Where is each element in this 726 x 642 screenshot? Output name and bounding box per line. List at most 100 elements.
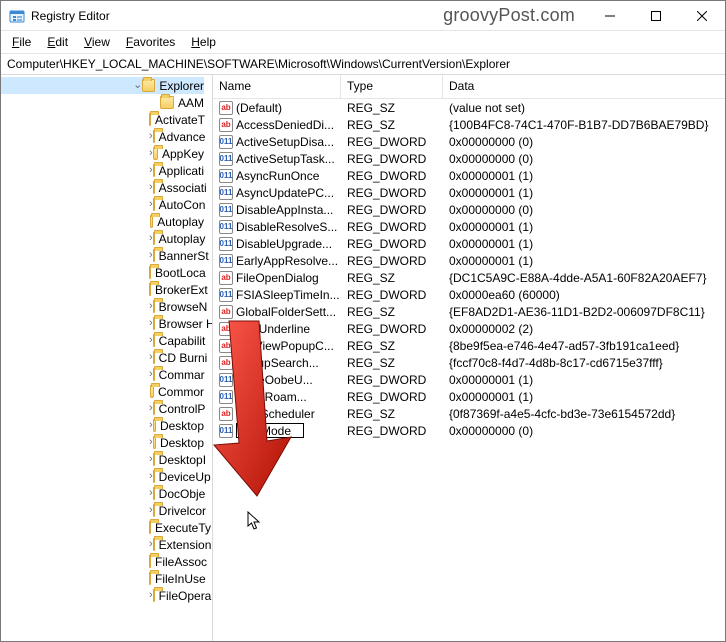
tree-node[interactable]: ›Autoplay [1, 230, 204, 247]
folder-icon [149, 283, 151, 296]
tree-node[interactable]: BootLoca [1, 264, 204, 281]
menu-edit[interactable]: Edit [40, 33, 75, 51]
folder-icon [153, 130, 155, 143]
tree-node[interactable]: ›CD Burni [1, 349, 204, 366]
tree-node[interactable]: ›FileOpera [1, 587, 204, 604]
value-row[interactable]: abIconUnderlineREG_DWORD0x00000002 (2) [213, 320, 725, 337]
value-name: ActiveSetupDisa... [236, 135, 334, 149]
value-name: GlobalFolderSett... [236, 305, 336, 319]
tree-label: CD Burni [159, 351, 208, 365]
tree-label: AAM [178, 96, 204, 110]
menu-help[interactable]: Help [184, 33, 223, 51]
value-row[interactable]: 011DisableResolveS...REG_DWORD0x00000001… [213, 218, 725, 235]
value-row[interactable]: ab(Default)REG_SZ(value not set) [213, 99, 725, 116]
list-pane[interactable]: Name Type Data ab(Default)REG_SZ(value n… [213, 75, 725, 641]
window-title: Registry Editor [31, 9, 110, 23]
close-button[interactable] [679, 1, 725, 30]
value-data: {fccf70c8-f4d7-4d8b-8c17-cd6715e37fff} [443, 356, 725, 370]
tree-node[interactable]: FileAssoc [1, 553, 204, 570]
value-row[interactable]: 011ActiveSetupDisa...REG_DWORD0x00000000… [213, 133, 725, 150]
tree-node-explorer[interactable]: ⌄Explorer [1, 77, 204, 94]
tree-node[interactable]: ›Associati [1, 179, 204, 196]
column-data[interactable]: Data [443, 75, 725, 98]
dword-value-icon: 011 [219, 203, 233, 217]
tree-node[interactable]: ›Desktop [1, 434, 204, 451]
tree-node[interactable]: ›ControlP [1, 400, 204, 417]
value-row[interactable]: 011REG_DWORD0x00000000 (0) [213, 422, 725, 439]
tree-node[interactable]: ›DesktopI [1, 451, 204, 468]
tree-node[interactable]: ExecuteTy [1, 519, 204, 536]
tree-label: Commar [159, 368, 205, 382]
value-row[interactable]: abListViewPopupC...REG_SZ{8be9f5ea-e746-… [213, 337, 725, 354]
maximize-button[interactable] [633, 1, 679, 30]
tree-node[interactable]: ›DocObje [1, 485, 204, 502]
tree-node[interactable]: ›DeviceUp [1, 468, 204, 485]
value-name: PopupSearch... [236, 356, 319, 370]
value-row[interactable]: abPopupSearch...REG_SZ{fccf70c8-f4d7-4d8… [213, 354, 725, 371]
folder-icon [153, 147, 158, 160]
value-row[interactable]: 011DisableUpgrade...REG_DWORD0x00000001 … [213, 235, 725, 252]
tree-node[interactable]: FileInUse [1, 570, 204, 587]
tree-label: BrowseN [159, 300, 208, 314]
tree-node[interactable]: ›AppKey [1, 145, 204, 162]
address-bar[interactable]: Computer\HKEY_LOCAL_MACHINE\SOFTWARE\Mic… [1, 54, 725, 75]
value-name: EarlyAppResolve... [236, 254, 338, 268]
tree-node[interactable]: BrokerExt [1, 281, 204, 298]
dword-value-icon: 011 [219, 288, 233, 302]
menu-file[interactable]: File [5, 33, 38, 51]
value-row[interactable]: 011aitOnRoam...REG_DWORD0x00000001 (1) [213, 388, 725, 405]
folder-icon [153, 419, 156, 432]
value-row[interactable]: 011FSIASleepTimeIn...REG_DWORD0x0000ea60… [213, 286, 725, 303]
minimize-button[interactable] [587, 1, 633, 30]
tree-node[interactable]: ›Commar [1, 366, 204, 383]
tree-node[interactable]: ›Drivelcor [1, 502, 204, 519]
value-row[interactable]: 011chineOobeU...REG_DWORD0x00000001 (1) [213, 371, 725, 388]
value-row[interactable]: abGlobalFolderSett...REG_SZ{EF8AD2D1-AE3… [213, 303, 725, 320]
value-type: REG_DWORD [341, 186, 443, 200]
rename-input[interactable] [236, 423, 304, 438]
value-data: 0x00000000 (0) [443, 135, 725, 149]
value-type: REG_DWORD [341, 169, 443, 183]
value-type: REG_DWORD [341, 254, 443, 268]
value-row[interactable]: 011AsyncRunOnceREG_DWORD0x00000001 (1) [213, 167, 725, 184]
value-row[interactable]: 011EarlyAppResolve...REG_DWORD0x00000001… [213, 252, 725, 269]
tree-node[interactable]: ›Advance [1, 128, 204, 145]
tree-node[interactable]: Autoplay [1, 213, 204, 230]
tree-node[interactable]: ActivateT [1, 111, 204, 128]
tree-node[interactable]: ›BannerSt [1, 247, 204, 264]
menu-view[interactable]: View [77, 33, 117, 51]
column-name[interactable]: Name [213, 75, 341, 98]
tree-node[interactable]: ›Capabilit [1, 332, 204, 349]
value-type: REG_DWORD [341, 288, 443, 302]
tree-node[interactable]: ›Extension [1, 536, 204, 553]
value-data: 0x00000001 (1) [443, 186, 725, 200]
panes: ⌄Explorer AAMActivateT›Advance›AppKey›App… [1, 75, 725, 641]
folder-icon [142, 79, 155, 92]
tree-label: Drivelcor [159, 504, 206, 518]
tree-node[interactable]: ›BrowseN [1, 298, 204, 315]
tree-node[interactable]: ›Applicati [1, 162, 204, 179]
menu-favorites[interactable]: Favorites [119, 33, 182, 51]
tree-node[interactable]: ›Browser H [1, 315, 204, 332]
value-row[interactable]: 011DisableAppInsta...REG_DWORD0x00000000… [213, 201, 725, 218]
value-row[interactable]: abFileOpenDialogREG_SZ{DC1C5A9C-E88A-4dd… [213, 269, 725, 286]
tree-node[interactable]: ›Desktop [1, 417, 204, 434]
tree-node[interactable]: Commor [1, 383, 204, 400]
value-name: ListViewPopupC... [236, 339, 334, 353]
value-row[interactable]: abTaskSchedulerREG_SZ{0f87369f-a4e5-4cfc… [213, 405, 725, 422]
app-icon [9, 8, 25, 24]
value-row[interactable]: 011ActiveSetupTask...REG_DWORD0x00000000… [213, 150, 725, 167]
value-type: REG_SZ [341, 118, 443, 132]
tree-node[interactable]: ›AutoCon [1, 196, 204, 213]
column-type[interactable]: Type [341, 75, 443, 98]
tree-node[interactable]: AAM [1, 94, 204, 111]
collapse-icon[interactable]: ⌄ [133, 78, 142, 91]
tree-label: BannerSt [159, 249, 209, 263]
value-name: FileOpenDialog [236, 271, 319, 285]
value-row[interactable]: 011AsyncUpdatePC...REG_DWORD0x00000001 (… [213, 184, 725, 201]
folder-icon [153, 538, 155, 551]
tree-pane[interactable]: ⌄Explorer AAMActivateT›Advance›AppKey›App… [1, 75, 213, 641]
value-type: REG_DWORD [341, 203, 443, 217]
value-row[interactable]: abAccessDeniedDi...REG_SZ{100B4FC8-74C1-… [213, 116, 725, 133]
folder-icon [153, 487, 155, 500]
